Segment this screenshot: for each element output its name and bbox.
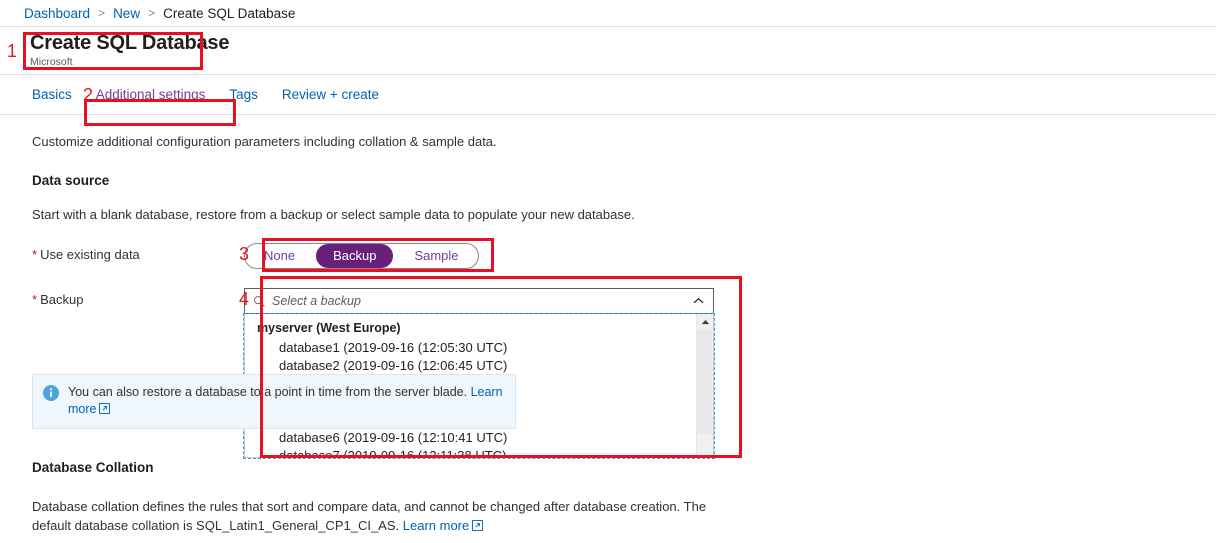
data-source-heading: Data source <box>32 173 110 188</box>
breadcrumb-separator-icon: > <box>148 6 156 20</box>
external-link-icon <box>99 402 111 419</box>
chevron-up-icon[interactable] <box>687 290 709 312</box>
backup-combobox[interactable]: Select a backup myserver (West Europe) d… <box>243 288 715 459</box>
use-existing-data-label: * Use existing data <box>32 243 244 262</box>
database-collation-text: Database collation defines the rules tha… <box>32 497 732 536</box>
page-title: Create SQL Database <box>30 32 230 54</box>
database-collation-message: Database collation defines the rules tha… <box>32 499 707 533</box>
page-header: Create SQL Database Microsoft <box>0 27 1216 75</box>
use-existing-data-label-text: Use existing data <box>40 247 140 262</box>
choice-sample[interactable]: Sample <box>397 244 475 268</box>
tab-tags[interactable]: Tags <box>217 75 270 114</box>
external-link-icon <box>472 517 484 536</box>
info-banner-text: You can also restore a database to a poi… <box>68 384 505 419</box>
title-block: Create SQL Database Microsoft <box>30 31 229 69</box>
backup-search-input[interactable]: Select a backup <box>244 288 714 314</box>
database-collation-section: Database Collation Database collation de… <box>32 460 732 536</box>
choice-none[interactable]: None <box>247 244 312 268</box>
breadcrumb-item-current: Create SQL Database <box>163 5 296 21</box>
backup-label-text: Backup <box>40 292 84 307</box>
tab-bar: Basics Additional settings Tags Review +… <box>0 75 1216 115</box>
backup-group-label: myserver (West Europe) <box>257 321 401 335</box>
backup-input-placeholder: Select a backup <box>272 294 361 308</box>
choice-backup[interactable]: Backup <box>316 244 394 268</box>
collation-learn-more-link[interactable]: Learn more <box>403 518 469 533</box>
use-existing-data-toggle[interactable]: None Backup Sample <box>244 243 479 269</box>
info-banner: You can also restore a database to a poi… <box>32 374 516 429</box>
list-item[interactable]: database1 (2019-09-16 (12:05:30 UTC) <box>245 339 696 357</box>
search-icon <box>253 295 266 308</box>
info-icon <box>43 384 59 419</box>
breadcrumb-item-dashboard[interactable]: Dashboard <box>24 6 90 21</box>
tab-review-create[interactable]: Review + create <box>270 75 391 114</box>
breadcrumb-item-new[interactable]: New <box>113 6 140 21</box>
list-item[interactable]: database6 (2019-09-16 (12:10:41 UTC) <box>245 429 696 447</box>
info-banner-message: You can also restore a database to a poi… <box>68 385 471 399</box>
breadcrumb-separator-icon: > <box>98 6 106 20</box>
scroll-up-arrow-icon[interactable] <box>697 314 713 330</box>
scrollbar-thumb[interactable] <box>698 330 712 434</box>
backup-row: * Backup Select a backup myserver (West … <box>32 288 1216 459</box>
tab-additional-settings[interactable]: Additional settings <box>84 75 218 114</box>
backup-label: * Backup <box>32 288 244 307</box>
data-source-description: Start with a blank database, restore fro… <box>32 207 635 222</box>
use-existing-data-row: * Use existing data None Backup Sample <box>32 243 1216 269</box>
required-asterisk: * <box>32 292 38 307</box>
list-item[interactable]: database7 (2019-09-16 (12:11:38 UTC) <box>245 447 696 457</box>
tab-basics[interactable]: Basics <box>32 75 84 114</box>
page-subtitle: Microsoft <box>30 56 73 68</box>
dropdown-scrollbar[interactable] <box>696 314 713 457</box>
intro-text: Customize additional configuration param… <box>32 134 497 149</box>
required-asterisk: * <box>32 247 38 262</box>
list-item[interactable]: database2 (2019-09-16 (12:06:45 UTC) <box>245 357 696 375</box>
database-collation-heading: Database Collation <box>32 460 154 475</box>
breadcrumb: Dashboard > New > Create SQL Database <box>0 0 1216 27</box>
